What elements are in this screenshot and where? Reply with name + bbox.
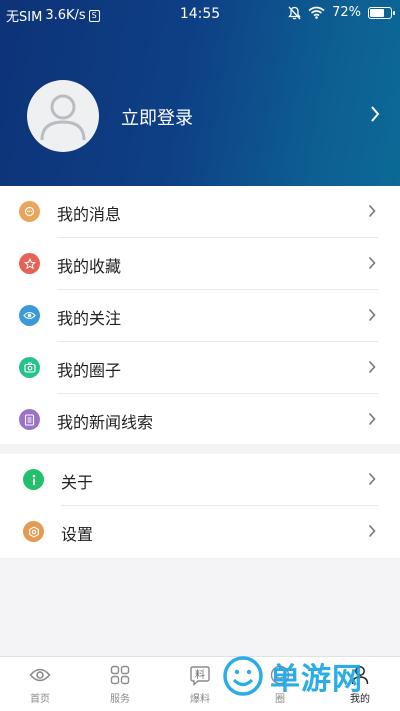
status-bar: 无SIM 3.6K/s S 14:55 72% [0,0,400,28]
menu-group-secondary: 关于 设置 [0,454,400,558]
battery-fill [370,8,385,17]
menu-item-about[interactable]: 关于 [0,454,400,506]
menu-item-settings[interactable]: 设置 [0,506,400,558]
chevron-right-icon [368,412,376,426]
menu-label: 设置 [61,525,94,544]
battery-percent: 72% [332,5,361,20]
menu-item-circles[interactable]: 我的圈子 [0,342,400,394]
status-right: 72% [288,5,395,20]
chevron-right-icon [368,204,376,218]
tipoff-icon: 料 [190,666,210,686]
menu-item-news-tips[interactable]: 我的新闻线索 [0,394,400,446]
menu-item-messages[interactable]: 我的消息 [0,186,400,238]
menu-group-primary: 我的消息 我的收藏 我的关注 我的圈子 我的新闻线索 [0,186,400,444]
avatar[interactable] [27,80,99,152]
menu-label: 我的关注 [57,309,122,328]
tab-label: 服务 [110,694,130,705]
settings-icon [23,521,44,542]
tab-home[interactable]: 首页 [0,657,80,711]
eye-tab-icon [29,668,51,682]
camera-icon [19,357,40,378]
menu-item-favorites[interactable]: 我的收藏 [0,238,400,290]
chevron-right-icon [368,524,376,538]
bell-mute-icon [288,6,301,19]
menu-label: 我的新闻线索 [57,413,154,432]
menu-label: 我的收藏 [57,257,122,276]
login-link[interactable]: 立即登录 [121,104,193,130]
chevron-right-icon[interactable] [370,105,380,123]
battery-icon [368,6,395,19]
menu-label: 我的圈子 [57,361,122,380]
wifi-icon [308,6,325,19]
chevron-right-icon [368,308,376,322]
watermark-logo-icon [223,655,263,696]
menu-item-following[interactable]: 我的关注 [0,290,400,342]
chevron-right-icon [368,360,376,374]
grid-icon [110,665,130,685]
watermark: 单游网 [222,640,400,711]
chevron-right-icon [368,256,376,270]
user-avatar-icon [40,94,86,141]
info-icon [23,469,44,490]
document-icon [19,409,40,430]
menu-label: 关于 [61,473,94,492]
tipoff-glyph: 料 [195,668,205,681]
tab-services[interactable]: 服务 [80,657,160,711]
menu-label: 我的消息 [57,205,122,224]
chevron-right-icon [368,472,376,486]
message-icon [19,201,40,222]
watermark-text: 单游网 [270,661,363,697]
star-icon [19,253,40,274]
tab-label: 首页 [30,694,50,705]
eye-icon [19,305,40,326]
profile-header: 无SIM 3.6K/s S 14:55 72% 立即登录 [0,0,400,186]
